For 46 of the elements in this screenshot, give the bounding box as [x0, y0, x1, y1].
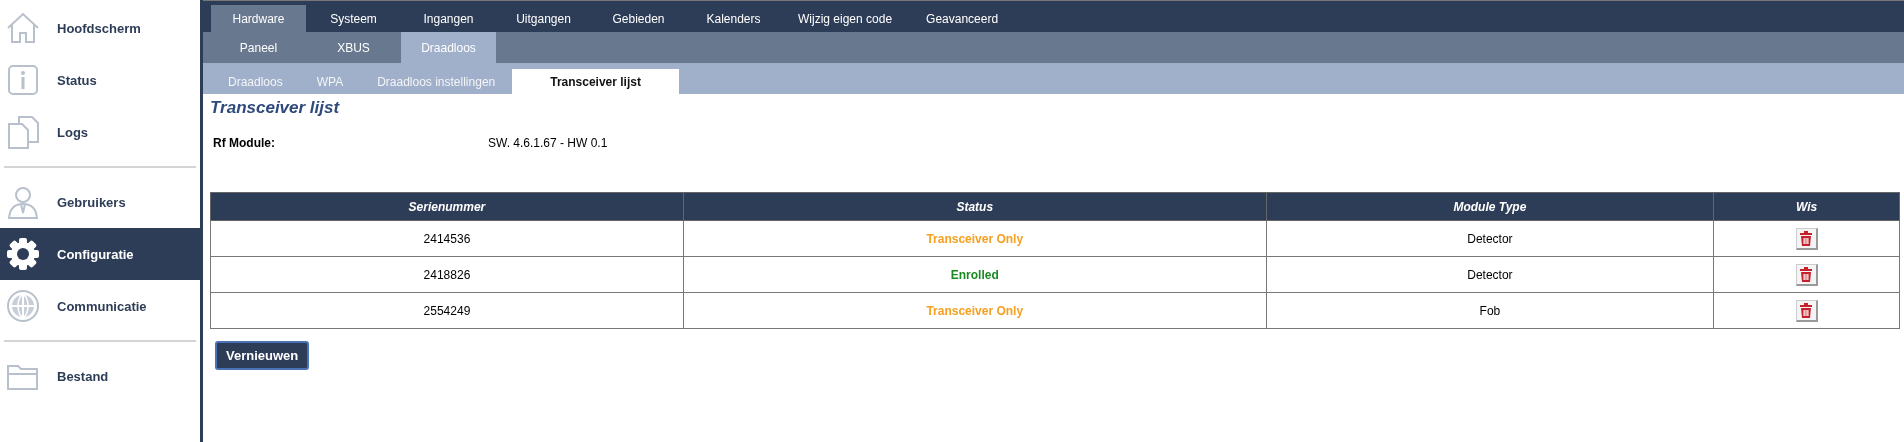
house-icon [6, 11, 40, 45]
table-cell: Detector [1266, 256, 1714, 293]
globe-icon [6, 289, 40, 323]
person-icon [6, 185, 40, 219]
sidebar-item[interactable]: Communicatie [0, 280, 200, 332]
field-label: Rf Module: [213, 136, 276, 150]
sidebar-item[interactable]: Bestand [0, 350, 200, 402]
tab[interactable]: Transceiver lijst [512, 69, 679, 94]
status-cell: Transceiver Only [683, 220, 1267, 257]
tab[interactable]: Paneel [211, 32, 306, 63]
tab[interactable]: Hardware [211, 5, 306, 32]
page-title: Transceiver lijst [210, 98, 341, 118]
sidebar-item[interactable]: Status [0, 54, 200, 106]
table-cell: 2554249 [210, 292, 684, 329]
trash-icon [1799, 266, 1814, 282]
field-value: SW. 4.6.1.67 - HW 0.1 [488, 136, 608, 150]
column-header: Wis [1713, 192, 1900, 221]
trash-icon [1799, 230, 1814, 246]
tab[interactable]: Ingangen [401, 5, 496, 32]
sidebar-item[interactable]: Gebruikers [0, 176, 200, 228]
table-cell: 2414536 [210, 220, 684, 257]
sidebar-item[interactable]: Configuratie [0, 228, 200, 280]
tab[interactable]: Systeem [306, 5, 401, 32]
column-header: Serienummer [210, 192, 684, 221]
delete-button[interactable] [1795, 299, 1818, 322]
sidebar-item[interactable]: Logs [0, 106, 200, 158]
column-header: Status [683, 192, 1267, 221]
documents-icon [6, 114, 40, 150]
tab[interactable]: Wijzig eigen code [781, 5, 910, 32]
column-header: Module Type [1266, 192, 1714, 221]
delete-button[interactable] [1795, 227, 1818, 250]
tab[interactable]: Gebieden [591, 5, 686, 32]
delete-button[interactable] [1795, 263, 1818, 286]
tab[interactable]: Geavanceerd [909, 5, 1016, 32]
table-cell: Detector [1266, 220, 1714, 257]
refresh-button[interactable]: Vernieuwen [215, 341, 310, 370]
table-cell: Fob [1266, 292, 1714, 329]
tab[interactable]: Kalenders [686, 5, 781, 32]
table-cell: 2418826 [210, 256, 684, 293]
status-cell: Enrolled [683, 256, 1267, 293]
trash-icon [1799, 302, 1814, 318]
sidebar-item[interactable]: Hoofdscherm [0, 2, 200, 54]
tab[interactable]: XBUS [306, 32, 401, 63]
status-cell: Transceiver Only [683, 292, 1267, 329]
info-icon [6, 63, 40, 97]
tab[interactable]: Uitgangen [496, 5, 591, 32]
